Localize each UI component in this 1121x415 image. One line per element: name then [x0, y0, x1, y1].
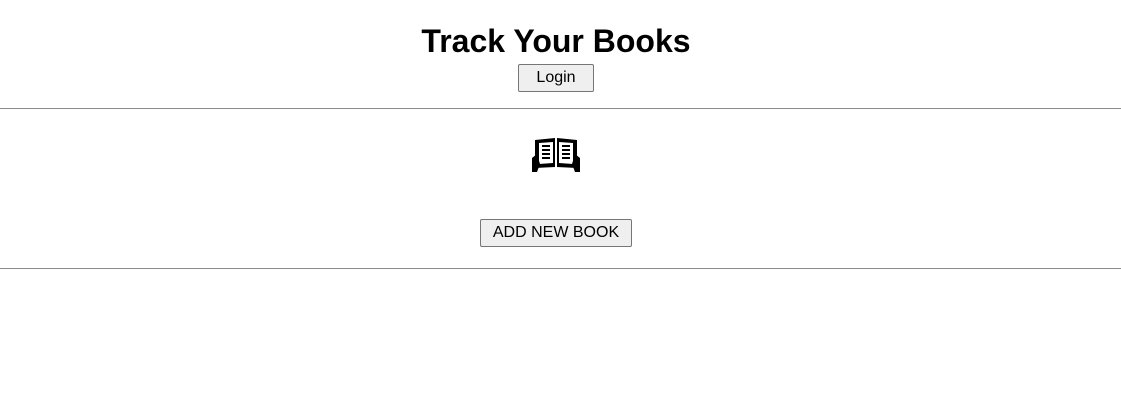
book-reading-icon [531, 134, 581, 174]
page: Track Your Books Login ADD NEW BOOK [0, 0, 1121, 415]
header: Track Your Books Login [0, 0, 1121, 108]
add-new-book-button[interactable]: ADD NEW BOOK [480, 219, 632, 247]
content-divider [0, 268, 1121, 269]
login-button[interactable]: Login [518, 64, 594, 92]
header-divider [0, 108, 1121, 109]
page-title: Track Your Books [421, 23, 691, 59]
